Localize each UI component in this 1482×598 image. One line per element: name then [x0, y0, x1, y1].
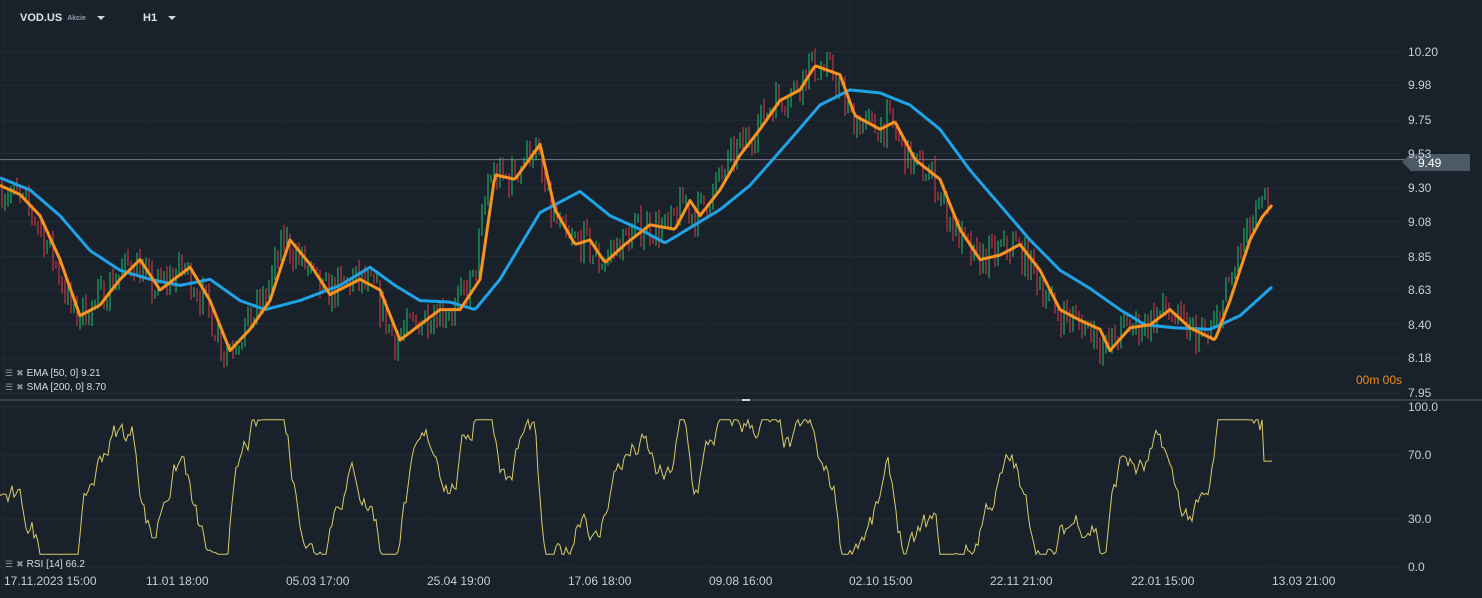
rsi-line	[0, 417, 1272, 556]
ema-line	[0, 64, 1274, 353]
symbol-selector[interactable]: VOD.US Akcie	[20, 12, 105, 24]
time-tick: 22.11 21:00	[990, 574, 1053, 588]
price-tick: 9.98	[1408, 78, 1432, 93]
timeframe-label: H1	[143, 12, 158, 24]
rsi-legend: ☰ ✖ RSI [14] 66.2	[5, 559, 85, 570]
time-tick: 09.08 16:00	[709, 574, 773, 588]
candle-countdown: 00m 00s	[1356, 373, 1403, 387]
symbol-label: VOD.US	[20, 12, 63, 24]
rsi-legend-text: RSI [14] 66.2	[26, 559, 85, 570]
time-tick: 11.01 18:00	[146, 574, 209, 588]
price-tick: 9.30	[1408, 181, 1432, 196]
settings-icon[interactable]: ☰	[5, 382, 13, 393]
instrument-type: Akcie	[67, 14, 86, 22]
price-tick: 9.75	[1408, 113, 1432, 128]
time-tick: 17.06 18:00	[568, 574, 632, 588]
rsi-tick: 70.0	[1408, 448, 1432, 462]
price-tick: 8.63	[1408, 282, 1432, 297]
price-tick: 10.20	[1408, 45, 1439, 59]
time-tick: 13.03 21:00	[1272, 574, 1336, 588]
time-tick: 22.01 15:00	[1131, 574, 1195, 588]
price-tick: 8.85	[1408, 249, 1432, 264]
rsi-tick: 30.0	[1408, 512, 1432, 526]
close-icon[interactable]: ✖	[16, 382, 24, 393]
price-tick: 7.95	[1408, 386, 1432, 400]
price-chart[interactable]	[0, 0, 1482, 598]
rsi-tick: 0.0	[1408, 560, 1425, 574]
timeframe-selector[interactable]: H1	[143, 12, 177, 24]
price-tick: 8.18	[1408, 351, 1432, 366]
time-tick: 25.04 19:00	[427, 574, 491, 588]
time-tick: 05.03 17:00	[286, 574, 350, 588]
settings-icon[interactable]: ☰	[5, 368, 13, 379]
time-tick: 17.11.2023 15:00	[4, 574, 97, 588]
chevron-down-icon	[168, 16, 177, 20]
chevron-down-icon	[96, 16, 105, 20]
price-tick: 9.08	[1408, 214, 1432, 229]
settings-icon[interactable]: ☰	[5, 559, 13, 570]
close-icon[interactable]: ✖	[16, 559, 24, 570]
close-icon[interactable]: ✖	[16, 368, 24, 379]
ema-legend: ☰ ✖ EMA [50, 0] 9.21	[5, 368, 101, 379]
price-tick: 9.53	[1408, 146, 1432, 161]
ema-legend-text: EMA [50, 0] 9.21	[26, 368, 101, 379]
price-tick: 8.40	[1408, 317, 1432, 332]
sma-legend-text: SMA [200, 0] 8.70	[26, 382, 107, 393]
sma-legend: ☰ ✖ SMA [200, 0] 8.70	[5, 382, 106, 393]
rsi-tick: 100.0	[1408, 400, 1439, 414]
time-tick: 02.10 15:00	[849, 574, 913, 588]
